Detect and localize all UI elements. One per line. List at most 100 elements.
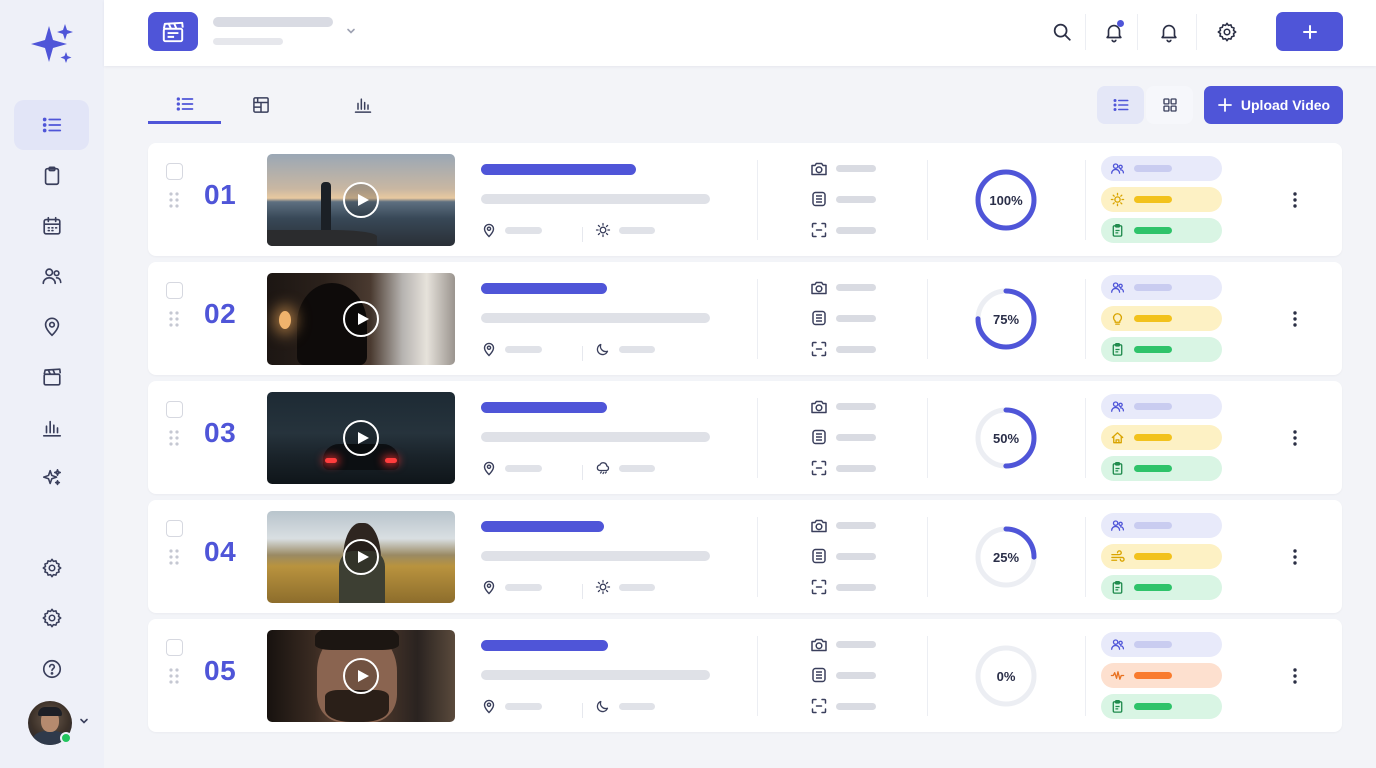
play-button[interactable] [343,301,379,337]
scene-row[interactable]: 05 0% [148,619,1342,732]
video-thumbnail[interactable] [267,154,455,246]
chevron-down-icon[interactable] [344,24,358,38]
cast-tag[interactable] [1101,394,1222,419]
scene-row[interactable]: 01 100% [148,143,1342,256]
weather-placeholder [619,584,655,591]
sidebar-item-ai[interactable] [14,453,89,503]
alerts-button[interactable] [1151,14,1187,50]
sun-icon [1110,192,1125,207]
video-thumbnail[interactable] [267,392,455,484]
frame-icon [811,222,827,238]
bell-icon [1161,24,1177,43]
lighting-tag[interactable] [1101,187,1222,212]
drag-handle-icon[interactable] [168,310,180,328]
play-button[interactable] [343,658,379,694]
cast-tag[interactable] [1101,156,1222,181]
scene-row[interactable]: 02 75% [148,262,1342,375]
row-select-checkbox[interactable] [166,282,183,299]
bar-chart-icon [42,420,61,437]
sidebar-item-analytics[interactable] [14,403,89,453]
play-button[interactable] [343,539,379,575]
row-select-checkbox[interactable] [166,401,183,418]
location-pin-icon [44,317,59,337]
camera-icon [811,638,827,652]
scene-number: 03 [204,417,237,448]
list-icon [176,96,193,111]
gear-icon [42,608,61,628]
sidebar-item-preferences[interactable] [14,593,89,643]
script-tag[interactable] [1101,337,1222,362]
play-button[interactable] [343,182,379,218]
list-layout-button[interactable] [1097,86,1144,124]
location-placeholder [505,465,542,472]
sidebar-item-list[interactable] [14,100,89,150]
sidebar-item-help[interactable] [14,644,89,694]
users-icon [1111,520,1125,531]
sparkles-logo-icon [31,24,73,63]
play-button[interactable] [343,420,379,456]
cast-tag[interactable] [1101,632,1222,657]
video-thumbnail[interactable] [267,630,455,722]
row-select-checkbox[interactable] [166,639,183,656]
script-tag[interactable] [1101,575,1222,600]
sidebar-item-calendar[interactable] [14,201,89,251]
camera-icon [811,281,827,295]
location-placeholder [505,346,542,353]
location-placeholder [505,227,542,234]
lens-icon [812,310,826,326]
drag-handle-icon[interactable] [168,548,180,566]
video-thumbnail[interactable] [267,273,455,365]
scene-description-placeholder [481,551,710,561]
drag-handle-icon[interactable] [168,667,180,685]
sidebar-item-scenes[interactable] [14,352,89,402]
scene-row[interactable]: 03 50% [148,381,1342,494]
sidebar-item-users[interactable] [14,251,89,301]
row-select-checkbox[interactable] [166,520,183,537]
script-tag[interactable] [1101,694,1222,719]
lens-icon [812,191,826,207]
row-more-button[interactable] [1283,425,1307,451]
tab-list-view[interactable] [148,86,221,124]
play-icon [357,432,369,444]
lighting-tag[interactable] [1101,544,1222,569]
user-menu[interactable] [28,701,92,745]
lighting-tag[interactable] [1101,663,1222,688]
cast-tag[interactable] [1101,275,1222,300]
lighting-tag[interactable] [1101,425,1222,450]
sidebar-item-settings[interactable] [14,543,89,593]
script-tag[interactable] [1101,218,1222,243]
upload-video-button[interactable]: Upload Video [1204,86,1343,124]
scene-row[interactable]: 04 25% [148,500,1342,613]
row-select-checkbox[interactable] [166,163,183,180]
drag-handle-icon[interactable] [168,191,180,209]
search-button[interactable] [1044,14,1080,50]
drag-handle-icon[interactable] [168,429,180,447]
play-icon [357,313,369,325]
notifications-button[interactable] [1096,14,1132,50]
list-icon [42,117,61,133]
lighting-tag[interactable] [1101,306,1222,331]
add-new-button[interactable] [1276,12,1343,51]
row-more-button[interactable] [1283,306,1307,332]
scene-number: 05 [204,655,237,686]
play-icon [357,670,369,682]
tab-storyboard-view[interactable] [228,86,294,124]
weather-placeholder [619,703,655,710]
users-icon [41,268,62,285]
script-tag[interactable] [1101,456,1222,481]
progress-percent: 25% [992,549,1020,565]
video-thumbnail[interactable] [267,511,455,603]
row-more-button[interactable] [1283,544,1307,570]
row-more-button[interactable] [1283,663,1307,689]
row-more-button[interactable] [1283,187,1307,213]
project-icon-button[interactable] [148,12,198,51]
grid-layout-button[interactable] [1146,86,1193,124]
lens-icon [812,667,826,683]
tab-analytics-view[interactable] [330,86,396,124]
cast-tag[interactable] [1101,513,1222,538]
lens-icon [812,548,826,564]
sidebar-item-clipboard[interactable] [14,151,89,201]
more-vertical-icon [1293,668,1297,684]
settings-button[interactable] [1209,14,1245,50]
sidebar-item-locations[interactable] [14,302,89,352]
